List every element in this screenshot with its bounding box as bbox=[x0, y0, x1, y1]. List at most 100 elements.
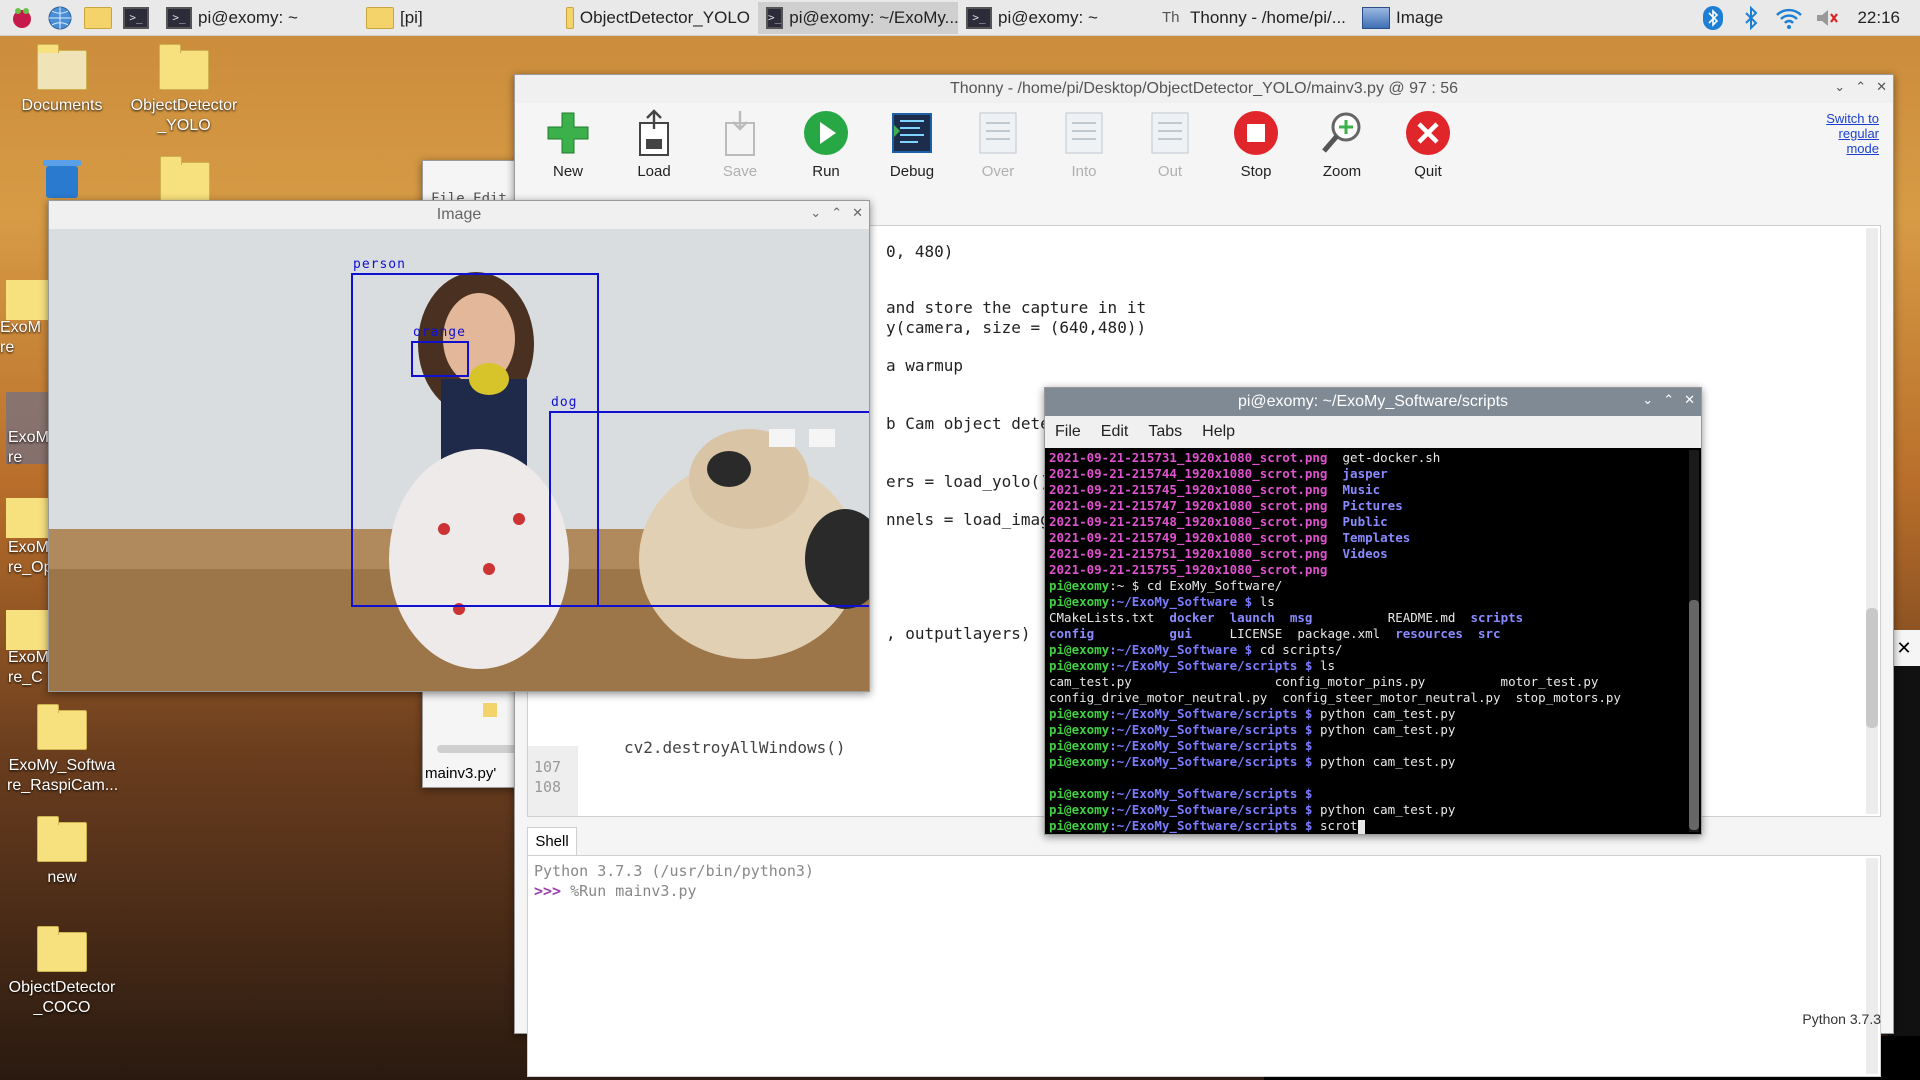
stop-icon bbox=[1232, 109, 1280, 157]
terminal-menu-tabs[interactable]: Tabs bbox=[1148, 423, 1182, 441]
taskbar-task-button[interactable]: ObjectDetector_YOLO bbox=[558, 2, 758, 34]
detection-label: orange bbox=[413, 325, 466, 340]
minimize-icon[interactable]: ⌄ bbox=[1834, 79, 1845, 95]
status-bar-interpreter[interactable]: Python 3.7.3 bbox=[1802, 1011, 1881, 1027]
terminal-menu-edit[interactable]: Edit bbox=[1101, 423, 1129, 441]
toolbar-button-label: Quit bbox=[1414, 163, 1442, 180]
debug-icon bbox=[888, 109, 936, 157]
terminal-launcher-icon[interactable]: >_ bbox=[120, 3, 152, 33]
terminal-text: pi@exomy bbox=[1049, 706, 1110, 721]
editor-scrollbar[interactable] bbox=[1866, 228, 1878, 814]
volume-muted-icon[interactable] bbox=[1811, 3, 1843, 33]
maximize-icon[interactable]: ⌃ bbox=[1663, 392, 1674, 408]
shell-scrollbar[interactable] bbox=[1866, 858, 1878, 1074]
taskbar-task-button[interactable]: >_ pi@exomy: ~ bbox=[158, 2, 358, 34]
switch-mode-link[interactable]: Switch to regular mode bbox=[1826, 111, 1879, 156]
taskbar-task-button[interactable]: Image bbox=[1354, 2, 1544, 34]
close-icon[interactable]: ✕ bbox=[852, 205, 863, 221]
image-window: Image ⌄ ⌃ ✕ person orange dog bbox=[48, 200, 870, 692]
terminal-line: 2021-09-21-215731_1920x1080_scrot.png ge… bbox=[1049, 450, 1697, 466]
titlebar[interactable]: Thonny - /home/pi/Desktop/ObjectDetector… bbox=[515, 75, 1893, 103]
terminal-text: 2021-09-21-215748_1920x1080_scrot.png bbox=[1049, 514, 1328, 529]
terminal-text: 2021-09-21-215755_1920x1080_scrot.png bbox=[1049, 562, 1328, 577]
taskbar-task-label: Thonny - /home/pi/... bbox=[1190, 7, 1346, 27]
desktop-icon-new[interactable]: new bbox=[7, 816, 117, 888]
terminal-line: 2021-09-21-215747_1920x1080_scrot.png Pi… bbox=[1049, 498, 1697, 514]
terminal-output[interactable]: 2021-09-21-215731_1920x1080_scrot.png ge… bbox=[1045, 448, 1701, 834]
folder-icon[interactable] bbox=[6, 498, 50, 538]
toolbar-button-new[interactable]: New bbox=[525, 109, 611, 213]
toolbar-button-load[interactable]: Load bbox=[611, 109, 697, 213]
toolbar: New Load Save Run Debug Over Into Out Stop Zoom Qu… bbox=[515, 103, 1893, 213]
taskbar-task-button[interactable]: [pi] bbox=[358, 2, 558, 34]
taskbar-task-button[interactable]: >_ pi@exomy: ~ bbox=[958, 2, 1154, 34]
toolbar-button-quit[interactable]: Quit bbox=[1385, 109, 1471, 213]
code-line: a warmup bbox=[886, 356, 964, 375]
toolbar-button-zoom[interactable]: Zoom bbox=[1299, 109, 1385, 213]
maximize-icon[interactable]: ⌃ bbox=[831, 205, 842, 221]
close-icon[interactable]: ✕ bbox=[1684, 392, 1695, 408]
toolbar-button-label: Zoom bbox=[1322, 163, 1362, 180]
code-line: and store the capture in it bbox=[886, 298, 1147, 317]
terminal-line: 2021-09-21-215755_1920x1080_scrot.png bbox=[1049, 562, 1697, 578]
new-icon bbox=[544, 109, 592, 157]
trash-icon[interactable] bbox=[40, 156, 84, 200]
terminal-line: pi@exomy:~/ExoMy_Software/scripts $ pyth… bbox=[1049, 802, 1697, 818]
terminal-text: Videos bbox=[1342, 546, 1388, 561]
desktop-icon-objectdetector-coco[interactable]: ObjectDetector _COCO bbox=[7, 926, 117, 1018]
folder-icon[interactable] bbox=[6, 280, 50, 320]
toolbar-button-stop[interactable]: Stop bbox=[1213, 109, 1299, 213]
maximize-icon[interactable]: ⌃ bbox=[1855, 79, 1866, 95]
desktop-icon-exomy-software-raspicam[interactable]: ExoMy_Softwa re_RaspiCam... bbox=[7, 704, 118, 796]
terminal-text: :~/ExoMy_Software/scripts $ bbox=[1109, 722, 1320, 737]
terminal-menu-help[interactable]: Help bbox=[1202, 423, 1235, 441]
code-line: y(camera, size = (640,480)) bbox=[886, 318, 1147, 337]
terminal-line: pi@exomy:~/ExoMy_Software/scripts $ pyth… bbox=[1049, 706, 1697, 722]
desktop-icon-documents[interactable]: Documents bbox=[7, 44, 117, 116]
clock[interactable]: 22:16 bbox=[1857, 8, 1900, 28]
terminal-text: pi@exomy bbox=[1049, 786, 1110, 801]
minimize-icon[interactable]: ⌄ bbox=[810, 205, 821, 221]
titlebar[interactable]: Image ⌄ ⌃ ✕ bbox=[49, 201, 869, 229]
taskbar-task-label: [pi] bbox=[400, 7, 423, 27]
bluetooth-status-icon[interactable] bbox=[1735, 3, 1767, 33]
folder-icon bbox=[37, 44, 87, 90]
terminal-menu-file[interactable]: File bbox=[1055, 423, 1081, 441]
editor-tab[interactable]: mainv3.py' bbox=[425, 765, 496, 782]
terminal-text: :~/ExoMy_Software/scripts $ bbox=[1109, 738, 1320, 753]
tab-shell[interactable]: Shell bbox=[527, 827, 577, 855]
taskbar-task-button[interactable]: >_ pi@exomy: ~/ExoMy... bbox=[758, 1, 958, 34]
toolbar-button-run[interactable]: Run bbox=[783, 109, 869, 213]
folder-icon[interactable] bbox=[160, 156, 210, 202]
terminal-text: launch bbox=[1229, 610, 1275, 625]
web-browser-icon[interactable] bbox=[44, 3, 76, 33]
minimize-icon[interactable]: ⌄ bbox=[1642, 392, 1653, 408]
terminal-icon: >_ bbox=[166, 6, 192, 29]
folder-icon bbox=[159, 44, 209, 90]
toolbar-button-debug[interactable]: Debug bbox=[869, 109, 955, 213]
wifi-icon[interactable] bbox=[1773, 3, 1805, 33]
titlebar[interactable]: pi@exomy: ~/ExoMy_Software/scripts ⌄ ⌃ ✕ bbox=[1045, 388, 1701, 416]
raspberry-menu-icon[interactable] bbox=[6, 3, 38, 33]
terminal-scrollbar[interactable] bbox=[1689, 450, 1699, 832]
bluetooth-icon[interactable] bbox=[1697, 3, 1729, 33]
toolbar-button-into: Into bbox=[1041, 109, 1127, 213]
taskbar-task-button[interactable]: Th Thonny - /home/pi/... bbox=[1154, 2, 1354, 34]
code-line: ers = load_yolo() bbox=[886, 472, 1050, 491]
shell-panel[interactable]: Python 3.7.3 (/usr/bin/python3) >>> %Run… bbox=[527, 855, 1881, 1077]
folder-icon bbox=[37, 816, 87, 862]
code-line: b Cam object dete bbox=[886, 414, 1050, 433]
terminal-text: 2021-09-21-215744_1920x1080_scrot.png bbox=[1049, 466, 1328, 481]
close-icon[interactable]: ✕ bbox=[1876, 79, 1887, 95]
terminal-text: resources bbox=[1395, 626, 1463, 641]
line-numbers: 107 108 bbox=[528, 746, 578, 816]
folder-icon[interactable] bbox=[6, 610, 50, 650]
desktop-icon-objectdetector-yolo[interactable]: ObjectDetector _YOLO bbox=[129, 44, 239, 136]
file-manager-icon[interactable] bbox=[82, 3, 114, 33]
terminal-text: CMakeLists.txt bbox=[1049, 610, 1170, 625]
terminal-text: python cam_test.py bbox=[1319, 754, 1456, 769]
terminal-text: README.md bbox=[1312, 610, 1471, 625]
terminal-text: :~ $ cd ExoMy_Software/ bbox=[1109, 578, 1283, 593]
